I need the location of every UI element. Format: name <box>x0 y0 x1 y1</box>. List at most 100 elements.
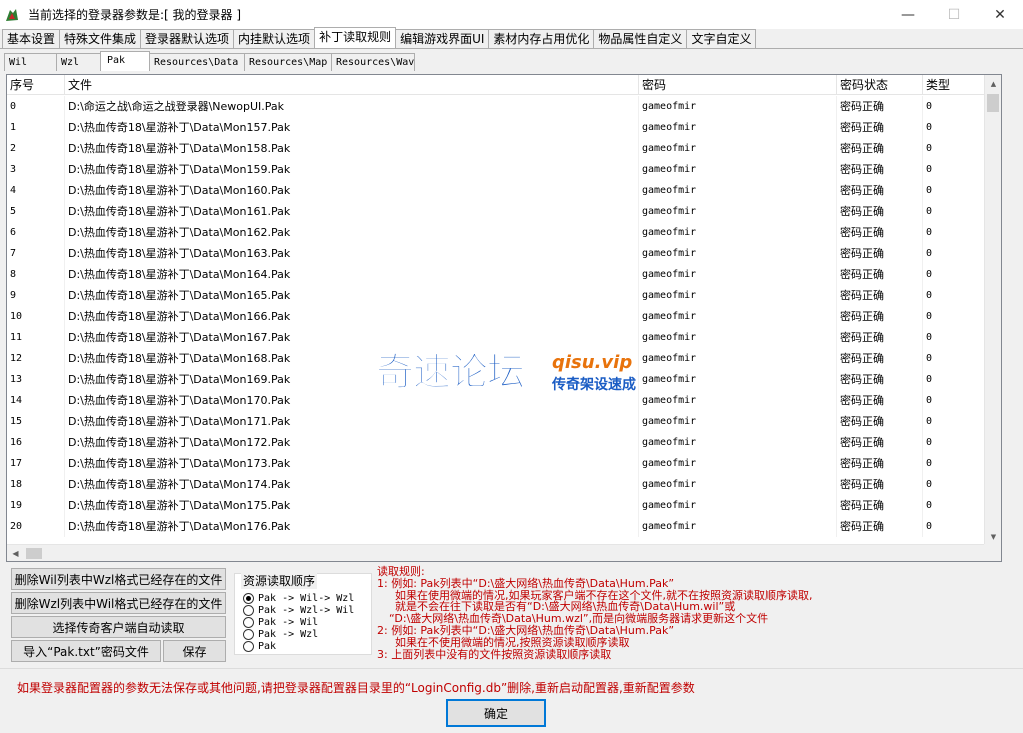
read-order-options: Pak -> Wil-> Wzl Pak -> Wzl-> Wil Pak ->… <box>235 582 371 654</box>
table-row[interactable]: 1 D:\热血传奇18\星游补丁\Data\Mon157.Pak gameofmir… <box>7 117 985 138</box>
auto-read-client-button[interactable]: 选择传奇客户端自动读取 <box>11 616 226 638</box>
tab-memory-optimize[interactable]: 素材内存占用优化 <box>488 29 595 48</box>
cell-index: 10 <box>7 306 65 327</box>
table-row[interactable]: 5 D:\热血传奇18\星游补丁\Data\Mon161.Pak gameofmir… <box>7 201 985 222</box>
tab-plugin-defaults[interactable]: 内挂默认选项 <box>233 29 316 48</box>
cell-password: gameofmir <box>639 159 837 180</box>
scrollbar-corner <box>984 544 1001 561</box>
horizontal-scrollbar[interactable]: ◀ ▶ <box>7 544 1001 561</box>
footer: 如果登录器配置器的参数无法保存或其他问题,请把登录器配置器目录里的“LoginC… <box>0 668 1023 733</box>
cell-password: gameofmir <box>639 306 837 327</box>
column-header-type[interactable]: 类型 <box>923 75 985 95</box>
delete-wil-duplicates-button[interactable]: 删除Wil列表中Wzl格式已经存在的文件 <box>11 568 226 590</box>
table-row[interactable]: 16 D:\热血传奇18\星游补丁\Data\Mon172.Pak gameofmi… <box>7 432 985 453</box>
import-password-file-button[interactable]: 导入“Pak.txt”密码文件 <box>11 640 161 662</box>
table-row[interactable]: 0 D:\命运之战\命运之战登录器\NewopUI.Pak gameofmir 密码正… <box>7 96 985 117</box>
cell-index: 5 <box>7 201 65 222</box>
radio-order-pak-wzl[interactable]: Pak -> Wzl <box>243 628 318 640</box>
cell-status: 密码正确 <box>837 159 923 180</box>
table-row[interactable]: 7 D:\热血传奇18\星游补丁\Data\Mon163.Pak gameofmir… <box>7 243 985 264</box>
radio-indicator <box>243 616 254 628</box>
pak-file-table[interactable]: 序号 文件 密码 密码状态 类型 0 D:\命运之战\命运之战登录器\NewopU… <box>6 74 1002 562</box>
cell-status: 密码正确 <box>837 411 923 432</box>
table-row[interactable]: 11 D:\热血传奇18\星游补丁\Data\Mon167.Pak gameofmi… <box>7 327 985 348</box>
table-row[interactable]: 8 D:\热血传奇18\星游补丁\Data\Mon164.Pak gameofmir… <box>7 264 985 285</box>
table-row[interactable]: 15 D:\热血传奇18\星游补丁\Data\Mon171.Pak gameofmi… <box>7 411 985 432</box>
tab-item-attributes[interactable]: 物品属性自定义 <box>593 29 688 48</box>
cell-type: 0 <box>923 159 985 180</box>
minimize-icon[interactable]: — <box>885 0 931 29</box>
delete-wzl-duplicates-button[interactable]: 删除Wzl列表中Wil格式已经存在的文件 <box>11 592 226 614</box>
subtab-pak[interactable]: Pak <box>100 51 150 71</box>
cell-index: 9 <box>7 285 65 306</box>
main-tabs: 基本设置 特殊文件集成 登录器默认选项 内挂默认选项 补丁读取规则 编辑游戏界面… <box>2 27 757 49</box>
table-header: 序号 文件 密码 密码状态 类型 <box>7 75 985 95</box>
table-row[interactable]: 20 D:\热血传奇18\星游补丁\Data\Mon176.Pak gameofmi… <box>7 516 985 537</box>
cell-password: gameofmir <box>639 348 837 369</box>
tab-special-files[interactable]: 特殊文件集成 <box>59 29 142 48</box>
table-row[interactable]: 18 D:\热血传奇18\星游补丁\Data\Mon174.Pak gameofmi… <box>7 474 985 495</box>
column-header-index[interactable]: 序号 <box>7 75 65 95</box>
cell-index: 3 <box>7 159 65 180</box>
cell-index: 12 <box>7 348 65 369</box>
horizontal-scroll-thumb[interactable] <box>26 548 42 559</box>
subtab-resources-wav[interactable]: Resources\Wav <box>331 53 415 71</box>
ok-button[interactable]: 确定 <box>446 699 546 727</box>
scroll-left-icon[interactable]: ◀ <box>7 545 24 561</box>
cell-type: 0 <box>923 138 985 159</box>
cell-status: 密码正确 <box>837 222 923 243</box>
tab-text-custom[interactable]: 文字自定义 <box>686 29 757 48</box>
cell-index: 6 <box>7 222 65 243</box>
cell-type: 0 <box>923 474 985 495</box>
table-row[interactable]: 2 D:\热血传奇18\星游补丁\Data\Mon158.Pak gameofmir… <box>7 138 985 159</box>
cell-password: gameofmir <box>639 516 837 537</box>
cell-index: 18 <box>7 474 65 495</box>
table-row[interactable]: 9 D:\热血传奇18\星游补丁\Data\Mon165.Pak gameofmir… <box>7 285 985 306</box>
subtab-wil[interactable]: Wil <box>4 53 57 71</box>
cell-type: 0 <box>923 117 985 138</box>
subtab-resources-data[interactable]: Resources\Data <box>149 53 245 71</box>
cell-index: 2 <box>7 138 65 159</box>
radio-indicator <box>243 640 254 652</box>
radio-order-pak-wil-wzl[interactable]: Pak -> Wil-> Wzl <box>243 592 354 604</box>
tab-edit-ui[interactable]: 编辑游戏界面UI <box>395 29 490 48</box>
radio-order-pak[interactable]: Pak <box>243 640 276 652</box>
cell-password: gameofmir <box>639 243 837 264</box>
close-icon[interactable]: ✕ <box>977 0 1023 29</box>
cell-type: 0 <box>923 285 985 306</box>
cell-password: gameofmir <box>639 369 837 390</box>
vertical-scroll-thumb[interactable] <box>987 94 999 112</box>
tab-patch-rules[interactable]: 补丁读取规则 <box>314 27 397 48</box>
table-row[interactable]: 6 D:\热血传奇18\星游补丁\Data\Mon162.Pak gameofmir… <box>7 222 985 243</box>
column-header-file[interactable]: 文件 <box>65 75 639 95</box>
table-row[interactable]: 4 D:\热血传奇18\星游补丁\Data\Mon160.Pak gameofmir… <box>7 180 985 201</box>
radio-order-pak-wzl-wil[interactable]: Pak -> Wzl-> Wil <box>243 604 354 616</box>
sub-tabs: Wil Wzl Pak Resources\Data Resources\Map… <box>4 51 415 71</box>
cell-status: 密码正确 <box>837 348 923 369</box>
column-header-status[interactable]: 密码状态 <box>837 75 923 95</box>
table-row[interactable]: 17 D:\热血传奇18\星游补丁\Data\Mon173.Pak gameofmi… <box>7 453 985 474</box>
tab-basic-settings[interactable]: 基本设置 <box>2 29 61 48</box>
table-row[interactable]: 10 D:\热血传奇18\星游补丁\Data\Mon166.Pak gameofmi… <box>7 306 985 327</box>
vertical-scrollbar[interactable]: ▲ ▼ <box>984 75 1001 545</box>
rules-line: 如果在不使用微端的情况,按照资源读取顺序读取 <box>395 635 630 649</box>
radio-order-pak-wil[interactable]: Pak -> Wil <box>243 616 318 628</box>
save-button[interactable]: 保存 <box>163 640 226 662</box>
cell-status: 密码正确 <box>837 285 923 306</box>
cell-file: D:\命运之战\命运之战登录器\NewopUI.Pak <box>65 96 639 117</box>
scroll-up-icon[interactable]: ▲ <box>985 75 1001 92</box>
cell-index: 15 <box>7 411 65 432</box>
cell-type: 0 <box>923 96 985 117</box>
maximize-icon[interactable]: ☐ <box>931 0 977 29</box>
cell-file: D:\热血传奇18\星游补丁\Data\Mon173.Pak <box>65 453 639 474</box>
table-row[interactable]: 19 D:\热血传奇18\星游补丁\Data\Mon175.Pak gameofmi… <box>7 495 985 516</box>
tab-login-defaults[interactable]: 登录器默认选项 <box>140 29 235 48</box>
table-row[interactable]: 3 D:\热血传奇18\星游补丁\Data\Mon159.Pak gameofmir… <box>7 159 985 180</box>
scroll-down-icon[interactable]: ▼ <box>985 528 1001 545</box>
cell-index: 8 <box>7 264 65 285</box>
radio-indicator <box>243 628 254 640</box>
subtab-resources-map[interactable]: Resources\Map <box>244 53 332 71</box>
subtab-wzl[interactable]: Wzl <box>56 53 101 71</box>
cell-status: 密码正确 <box>837 243 923 264</box>
column-header-password[interactable]: 密码 <box>639 75 837 95</box>
